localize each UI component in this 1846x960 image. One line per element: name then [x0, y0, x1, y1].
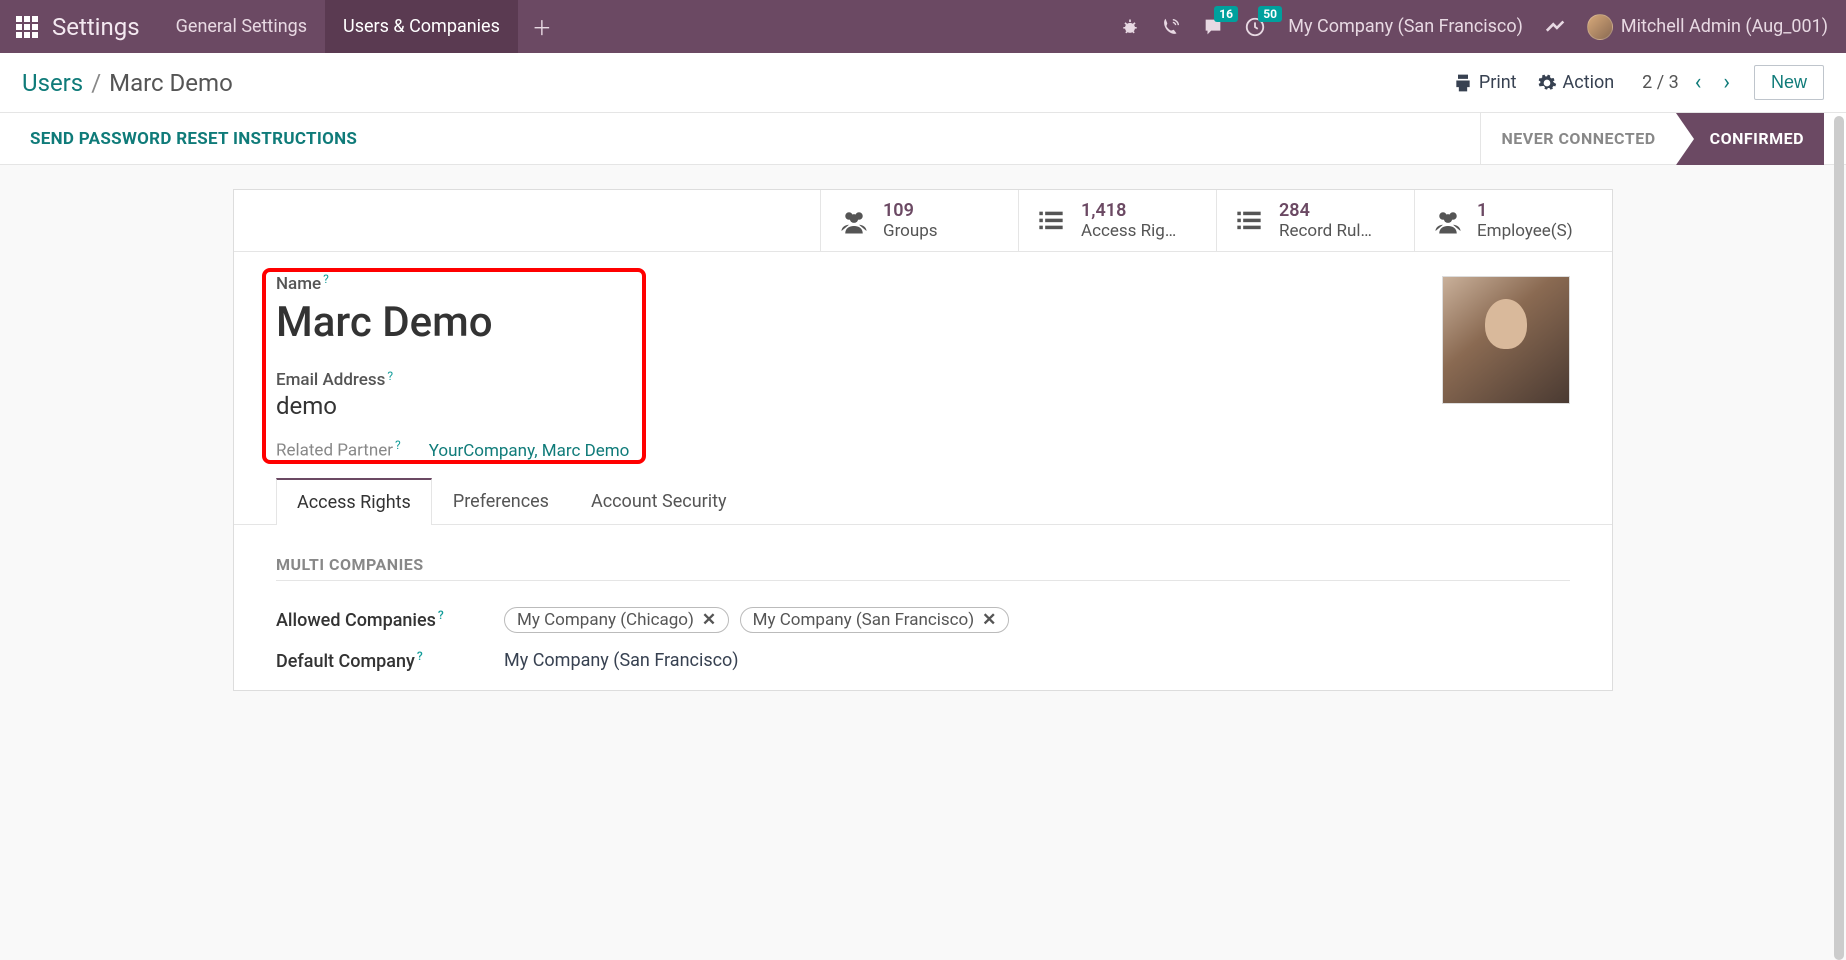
apps-grid-icon[interactable]: [8, 16, 46, 38]
scrollbar[interactable]: [1834, 116, 1844, 960]
help-icon[interactable]: ?: [323, 272, 329, 286]
menu-general-settings[interactable]: General Settings: [158, 0, 325, 53]
remove-tag-icon[interactable]: ✕: [702, 610, 716, 630]
bug-icon[interactable]: [1110, 0, 1150, 53]
help-icon[interactable]: ?: [387, 369, 393, 383]
stage-never-connected[interactable]: NEVER CONNECTED: [1480, 113, 1675, 165]
status-bar: SEND PASSWORD RESET INSTRUCTIONS NEVER C…: [0, 113, 1846, 165]
allowed-companies-label: Allowed Companies: [276, 610, 436, 631]
tab-access-rights[interactable]: Access Rights: [276, 478, 432, 525]
email-field[interactable]: demo: [276, 392, 1570, 420]
company-switcher[interactable]: My Company (San Francisco): [1276, 16, 1535, 37]
company-tag: My Company (San Francisco) ✕: [740, 607, 1010, 633]
print-button[interactable]: Print: [1443, 72, 1527, 93]
breadcrumb-current: Marc Demo: [109, 69, 233, 97]
stat-employees[interactable]: 1 Employee(S): [1414, 190, 1612, 251]
email-label: Email Address: [276, 370, 385, 390]
users-icon: [1433, 208, 1463, 234]
send-password-reset-button[interactable]: SEND PASSWORD RESET INSTRUCTIONS: [30, 129, 357, 149]
gear-icon: [1537, 73, 1557, 93]
pager-value[interactable]: 2 / 3: [1642, 72, 1679, 93]
profile-image[interactable]: [1442, 276, 1570, 404]
name-field[interactable]: Marc Demo: [276, 298, 1570, 347]
tabs: Access Rights Preferences Account Securi…: [234, 477, 1612, 525]
remove-tag-icon[interactable]: ✕: [982, 610, 996, 630]
pager-next-icon[interactable]: ›: [1717, 70, 1736, 95]
menu-plus-icon[interactable]: ＋: [518, 12, 566, 41]
allowed-companies-field[interactable]: My Company (Chicago) ✕ My Company (San F…: [504, 607, 1015, 633]
pager: 2 / 3 ‹ ›: [1642, 70, 1736, 95]
user-name: Mitchell Admin (Aug_001): [1621, 16, 1828, 37]
stat-access-rights[interactable]: 1,418 Access Rig…: [1018, 190, 1216, 251]
breadcrumb: Users / Marc Demo: [22, 69, 233, 97]
stage-confirmed[interactable]: CONFIRMED: [1676, 113, 1824, 165]
pager-prev-icon[interactable]: ‹: [1689, 70, 1708, 95]
top-navbar: Settings General Settings Users & Compan…: [0, 0, 1846, 53]
breadcrumb-root[interactable]: Users: [22, 69, 83, 97]
stat-groups[interactable]: 109 Groups: [820, 190, 1018, 251]
app-name[interactable]: Settings: [46, 13, 158, 41]
phone-icon[interactable]: [1150, 0, 1192, 53]
default-company-label: Default Company: [276, 651, 415, 672]
chat-icon[interactable]: 16: [1192, 0, 1234, 53]
user-menu[interactable]: Mitchell Admin (Aug_001): [1577, 14, 1838, 40]
stat-button-box: 109 Groups 1,418 Access Rig…: [234, 190, 1612, 252]
menu-users-companies[interactable]: Users & Companies: [325, 0, 518, 53]
users-icon: [839, 208, 869, 234]
company-tag: My Company (Chicago) ✕: [504, 607, 729, 633]
related-partner-label: Related Partner: [276, 441, 393, 461]
print-icon: [1453, 73, 1473, 93]
tab-preferences[interactable]: Preferences: [432, 478, 570, 525]
new-button[interactable]: New: [1754, 65, 1824, 100]
list-icon: [1037, 209, 1067, 233]
action-button[interactable]: Action: [1527, 72, 1625, 93]
breadcrumb-separator: /: [91, 69, 101, 97]
clock-icon[interactable]: 50: [1234, 0, 1276, 53]
list-icon: [1235, 209, 1265, 233]
stat-record-rules[interactable]: 284 Record Rul…: [1216, 190, 1414, 251]
tools-icon[interactable]: [1535, 16, 1577, 38]
user-avatar-icon: [1587, 14, 1613, 40]
help-icon[interactable]: ?: [395, 438, 401, 452]
help-icon[interactable]: ?: [438, 608, 444, 622]
control-panel: Users / Marc Demo Print Action 2 / 3 ‹ ›…: [0, 53, 1846, 113]
name-label: Name: [276, 274, 321, 294]
form-sheet: 109 Groups 1,418 Access Rig…: [233, 189, 1613, 691]
clock-badge: 50: [1258, 6, 1282, 22]
help-icon[interactable]: ?: [417, 649, 423, 663]
section-multi-companies: MULTI COMPANIES: [276, 555, 1570, 581]
related-partner-link[interactable]: YourCompany, Marc Demo: [429, 441, 630, 461]
tab-account-security[interactable]: Account Security: [570, 478, 748, 525]
default-company-field[interactable]: My Company (San Francisco): [504, 650, 739, 671]
